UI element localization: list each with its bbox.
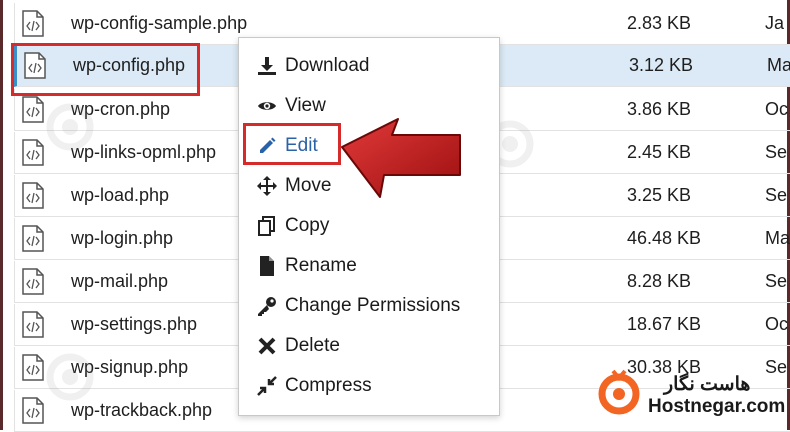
file-size: 2.83 KB [627,13,692,33]
menu-item-label: Download [285,55,370,76]
file-size: 46.48 KB [627,228,702,248]
download-icon [258,57,276,75]
copy-icon [258,216,275,236]
hostnegar-logo-icon [598,369,640,415]
php-file-icon [22,10,44,37]
file-date: Se [765,185,788,205]
brand-name-en: Hostnegar.com [648,396,786,417]
menu-item-copy[interactable]: Copy [239,208,499,244]
file-name[interactable]: wp-config-sample.php [71,13,247,34]
file-size: 3.12 KB [629,55,694,75]
context-menu: Download View Edit Move Copy Rename Chan… [238,37,500,416]
file-size: 3.86 KB [627,99,692,119]
menu-item-compress[interactable]: Compress [239,368,499,404]
file-date: Ja [765,13,785,33]
php-file-icon [22,268,44,295]
file-size: 18.67 KB [627,314,702,334]
compress-icon [257,376,277,396]
file-size: 2.45 KB [627,142,692,162]
file-name[interactable]: wp-login.php [71,228,173,249]
menu-item-change-permissions[interactable]: Change Permissions [239,288,499,324]
menu-item-download[interactable]: Download [239,48,499,84]
file-date: Oc [765,314,789,334]
menu-item-label: Compress [285,375,372,396]
watermark-logo-icon [46,103,94,151]
file-date: Ma [765,228,790,248]
menu-item-label: Delete [285,335,340,356]
key-icon [258,297,276,316]
menu-item-label: Rename [285,255,357,276]
menu-item-label: View [285,95,326,116]
file-date: Se [765,357,788,377]
file-date: Se [765,271,788,291]
menu-item-rename[interactable]: Rename [239,248,499,284]
selected-file-highlight [11,43,200,96]
file-size: 8.28 KB [627,271,692,291]
file-name[interactable]: wp-mail.php [71,271,168,292]
red-pointer-arrow-icon [341,118,461,198]
move-icon [257,176,277,196]
edit-highlight-box [243,123,341,165]
file-size: 3.25 KB [627,185,692,205]
brand-name-fa: هاست نگار [664,374,751,395]
file-name[interactable]: wp-load.php [71,185,169,206]
x-icon [258,337,276,355]
php-file-icon [22,182,44,209]
menu-item-label: Change Permissions [285,295,461,316]
file-date: Se [765,142,788,162]
menu-item-delete[interactable]: Delete [239,328,499,364]
file-date: Ma [767,55,790,75]
file-name[interactable]: wp-settings.php [71,314,197,335]
menu-item-label: Copy [285,215,330,236]
php-file-icon [22,225,44,252]
menu-item-label: Move [285,175,332,196]
eye-icon [258,102,276,110]
php-file-icon [22,311,44,338]
watermark-logo-icon [46,353,94,401]
file-date: Oc [765,99,789,119]
file-icon [260,256,274,276]
